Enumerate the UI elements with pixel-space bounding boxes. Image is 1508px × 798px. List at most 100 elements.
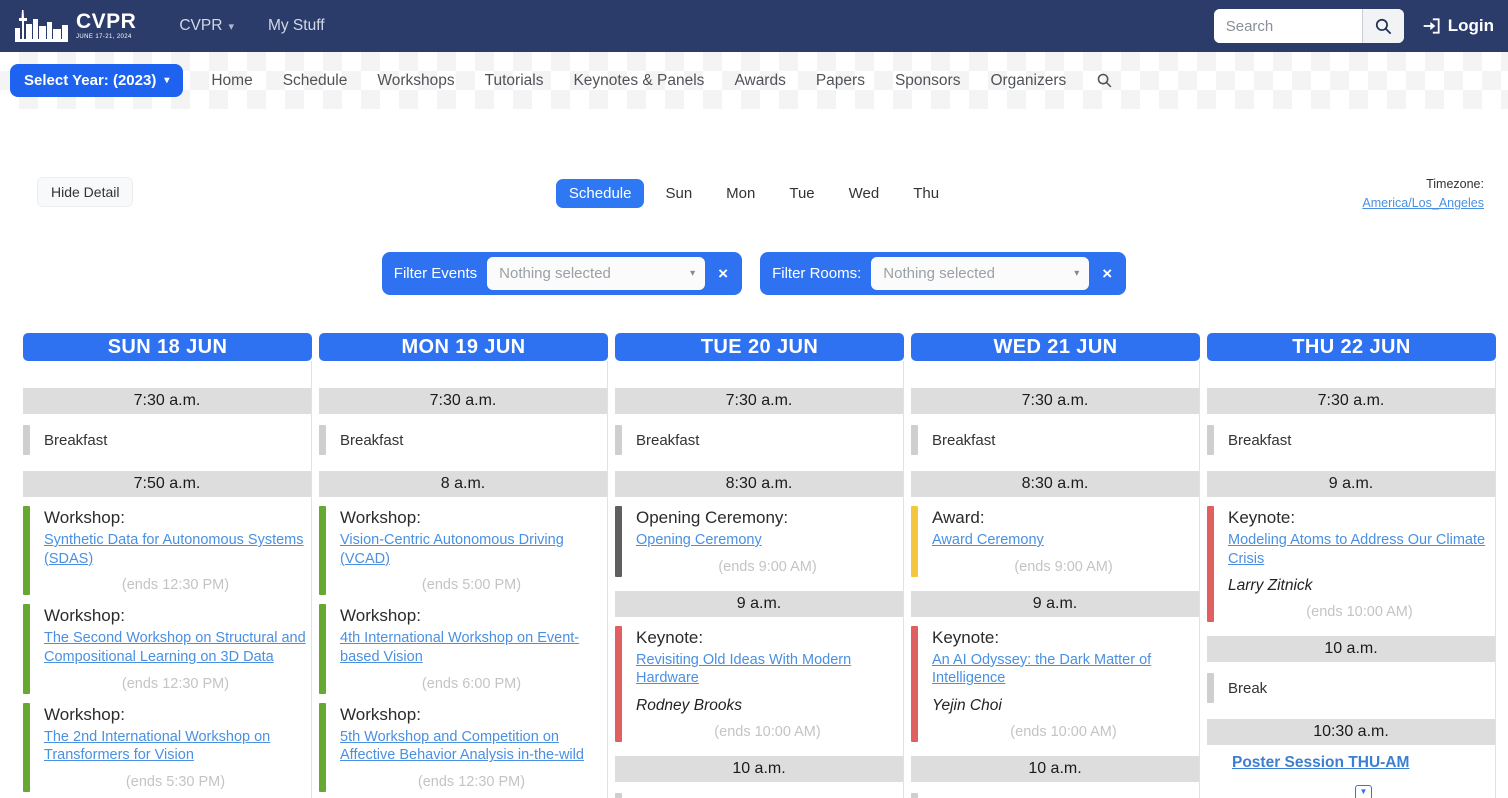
tab-thu[interactable]: Thu [900,179,952,208]
event-end-time: (ends 12:30 PM) [340,774,603,790]
time-slot-header: 8:30 a.m. [911,471,1199,497]
event-speaker: Larry Zitnick [1228,577,1491,595]
cvpr-logo[interactable]: CVPR JUNE 17-21, 2024 [14,8,136,44]
chevron-down-icon: ▾ [690,268,695,279]
time-slot-header: 7:30 a.m. [615,388,903,414]
brand-text: CVPR [76,11,136,32]
nav-link-sponsors[interactable]: Sponsors [895,72,960,90]
nav-link-keynotes-panels[interactable]: Keynotes & Panels [573,72,704,90]
event-type-label: Keynote: [636,628,899,648]
event-type-label: Workshop: [340,705,603,725]
event-break: Break [911,791,1199,798]
search-button[interactable] [1362,9,1404,43]
time-slot-header: 10 a.m. [1207,636,1495,662]
login-button[interactable]: Login [1422,16,1494,36]
event-end-time: (ends 6:00 PM) [340,676,603,692]
event-breakfast: Breakfast [1207,423,1495,457]
subnav-search-icon[interactable] [1096,72,1113,89]
view-tabs: Schedule Sun Mon Tue Wed Thu [0,177,1508,209]
time-slot-header: 9 a.m. [1207,471,1495,497]
event-type-label: Keynote: [1228,508,1491,528]
tab-mon[interactable]: Mon [713,179,768,208]
hide-detail-button[interactable]: Hide Detail [37,177,133,207]
event-link[interactable]: Opening Ceremony [636,532,762,548]
filter-rooms-select[interactable]: Nothing selected ▾ [871,257,1089,290]
event-link[interactable]: Modeling Atoms to Address Our Climate Cr… [1228,532,1485,567]
event-workshop: Workshop: Synthetic Data for Autonomous … [23,506,311,595]
navbar-cvpr-dropdown[interactable]: CVPR ▾ [179,17,234,35]
filter-events-label: Filter Events [394,265,477,282]
event-link[interactable]: The Second Workshop on Structural and Co… [44,630,306,665]
nav-link-schedule[interactable]: Schedule [283,72,348,90]
event-opening-ceremony: Opening Ceremony: Opening Ceremony (ends… [615,506,903,577]
nav-link-tutorials[interactable]: Tutorials [485,72,544,90]
filter-rooms-clear-button[interactable]: × [1102,264,1112,284]
event-color-bar [615,793,622,798]
event-workshop: Workshop: The Second Workshop on Structu… [23,604,311,693]
nav-link-awards[interactable]: Awards [734,72,785,90]
expand-icon[interactable]: ▼ [1355,785,1372,798]
poster-session-link[interactable]: Poster Session THU-AM [1232,754,1409,771]
secondary-navbar: Select Year: (2023) ▾ Home Schedule Work… [0,52,1508,109]
event-link[interactable]: Revisiting Old Ideas With Modern Hardwar… [636,652,851,687]
event-type-label: Opening Ceremony: [636,508,899,528]
chevron-down-icon: ▾ [228,20,234,33]
event-breakfast: Breakfast [911,423,1199,457]
event-link[interactable]: The 2nd International Workshop on Transf… [44,729,270,764]
event-type-label: Award: [932,508,1195,528]
event-color-bar [319,506,326,595]
filter-events-select[interactable]: Nothing selected ▾ [487,257,705,290]
seattle-skyline-icon [14,8,72,44]
event-end-time: (ends 10:00 AM) [932,724,1195,740]
event-color-bar [615,425,622,455]
timezone-link[interactable]: America/Los_Angeles [1362,196,1484,210]
event-keynote: Keynote: Modeling Atoms to Address Our C… [1207,506,1495,622]
select-year-button[interactable]: Select Year: (2023) ▾ [10,64,183,97]
tab-schedule[interactable]: Schedule [556,179,645,208]
event-keynote: Keynote: Revisiting Old Ideas With Moder… [615,626,903,742]
schedule-board: SUN 18 JUN 7:30 a.m. Breakfast 7:50 a.m.… [0,333,1508,798]
day-column-wed: WED 21 JUN 7:30 a.m. Breakfast 8:30 a.m.… [911,333,1200,798]
tab-sun[interactable]: Sun [652,179,705,208]
day-column-mon: MON 19 JUN 7:30 a.m. Breakfast 8 a.m. Wo… [319,333,608,798]
tab-wed[interactable]: Wed [836,179,893,208]
event-color-bar [911,506,918,577]
event-color-bar [1207,506,1214,622]
event-break: Break [1207,671,1495,705]
event-link[interactable]: An AI Odyssey: the Dark Matter of Intell… [932,652,1151,687]
event-end-time: (ends 12:30 PM) [44,676,307,692]
time-slot-header: 10:30 a.m. [1207,719,1495,745]
event-keynote: Keynote: An AI Odyssey: the Dark Matter … [911,626,1199,742]
nav-link-papers[interactable]: Papers [816,72,865,90]
event-end-time: (ends 5:00 PM) [340,577,603,593]
nav-link-home[interactable]: Home [211,72,252,90]
event-end-time: (ends 5:30 PM) [44,774,307,790]
filter-events-clear-button[interactable]: × [718,264,728,284]
time-slot-header: 9 a.m. [615,591,903,617]
event-link[interactable]: Synthetic Data for Autonomous Systems (S… [44,532,304,567]
event-link[interactable]: Award Ceremony [932,532,1044,548]
event-speaker: Rodney Brooks [636,697,899,715]
tab-tue[interactable]: Tue [776,179,827,208]
event-color-bar [615,626,622,742]
search-icon [1374,17,1393,36]
day-header: SUN 18 JUN [23,333,312,361]
event-end-time: (ends 9:00 AM) [932,559,1195,575]
event-color-bar [1207,425,1214,455]
filters-row: Filter Events Nothing selected ▾ × Filte… [0,252,1508,295]
event-link[interactable]: Vision-Centric Autonomous Driving (VCAD) [340,532,564,567]
navbar-my-stuff[interactable]: My Stuff [268,17,325,35]
time-slot-header: 8:30 a.m. [615,471,903,497]
event-color-bar [319,604,326,693]
event-speaker: Yejin Choi [932,697,1195,715]
filter-rooms-label: Filter Rooms: [772,265,861,282]
nav-link-organizers[interactable]: Organizers [990,72,1066,90]
event-type-label: Workshop: [44,508,307,528]
search-input[interactable] [1214,9,1362,43]
event-end-time: (ends 9:00 AM) [636,559,899,575]
event-type-label: Workshop: [44,606,307,626]
nav-link-workshops[interactable]: Workshops [377,72,454,90]
event-link[interactable]: 4th International Workshop on Event-base… [340,630,579,665]
time-slot-header: 10 a.m. [911,756,1199,782]
event-link[interactable]: 5th Workshop and Competition on Affectiv… [340,729,584,764]
